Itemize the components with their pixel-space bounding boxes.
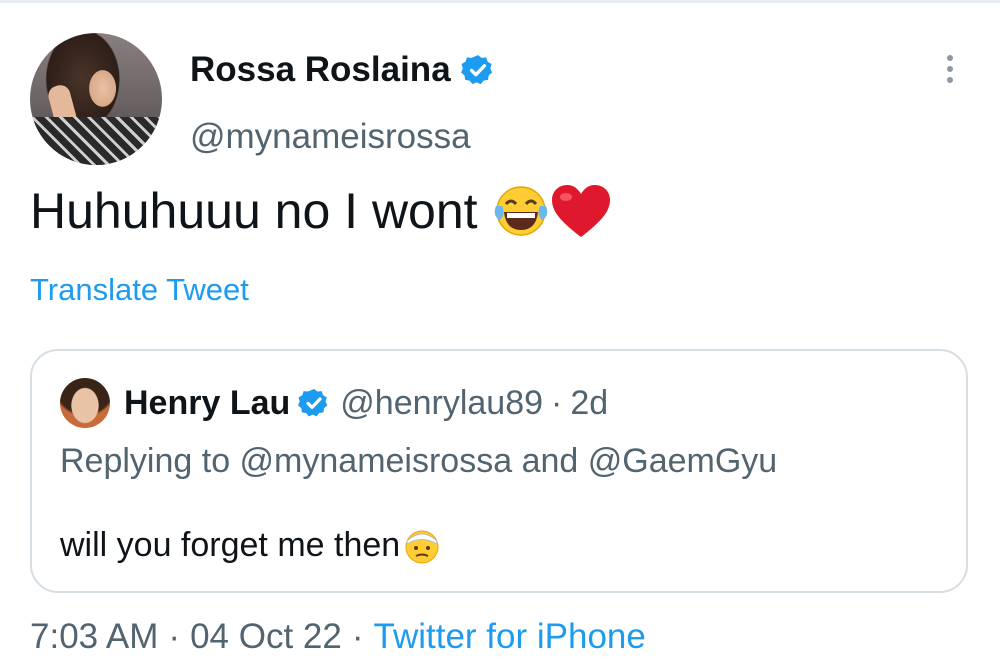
translate-tweet-link[interactable]: Translate Tweet — [30, 270, 249, 310]
tweet-body: Huhuhuuu no I wont — [30, 180, 612, 242]
tweet-date[interactable]: 04 Oct 22 — [190, 617, 342, 656]
quoted-tweet-card[interactable]: Henry Lau @henrylau89 · 2d Replying to @… — [30, 349, 968, 593]
face-with-head-bandage-emoji-icon — [405, 530, 439, 564]
quoted-author-avatar[interactable] — [60, 378, 110, 428]
tweet-metadata: 7:03 AM · 04 Oct 22 · Twitter for iPhone — [30, 614, 646, 660]
quoted-author-name: Henry Lau — [124, 383, 291, 422]
separator-dot: · — [551, 383, 563, 422]
verified-badge-icon — [298, 389, 328, 417]
author-name-text: Rossa Roslaina — [190, 50, 451, 89]
more-options-icon[interactable] — [942, 55, 958, 91]
author-avatar[interactable] — [30, 33, 162, 165]
tweet-text: Huhuhuuu no I wont — [30, 183, 478, 239]
red-heart-emoji-icon — [551, 185, 610, 237]
quoted-tweet-text: will you forget me then — [60, 526, 401, 564]
quoted-author-handle: @henrylau89 — [340, 383, 544, 422]
separator-dot: · — [168, 617, 181, 656]
tears-of-joy-emoji-icon — [494, 186, 547, 236]
quoted-tweet-header: Henry Lau @henrylau89 · 2d — [124, 378, 608, 428]
author-handle[interactable]: @mynameisrossa — [190, 116, 471, 158]
top-divider — [0, 0, 1000, 3]
separator-dot: · — [351, 617, 364, 656]
tweet-time[interactable]: 7:03 AM — [30, 617, 158, 656]
tweet-source-link[interactable]: Twitter for iPhone — [374, 617, 646, 656]
quoted-tweet-body: will you forget me then — [60, 523, 442, 567]
avatar-jacket — [30, 117, 162, 165]
author-display-name[interactable]: Rossa Roslaina — [190, 48, 495, 92]
replying-to-text: Replying to @mynameisrossa and @GaemGyu — [60, 442, 778, 480]
verified-badge-icon — [460, 55, 492, 85]
quoted-tweet-age: 2d — [570, 383, 609, 422]
